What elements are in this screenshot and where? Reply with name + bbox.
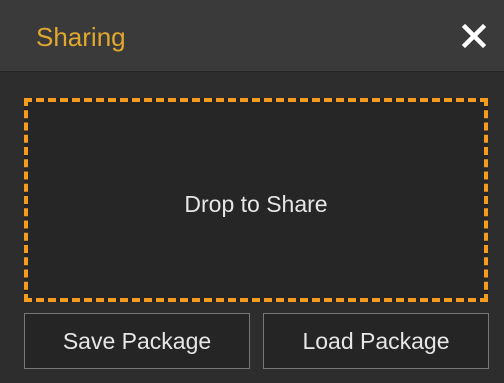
close-button[interactable] (456, 18, 492, 54)
panel-title: Sharing (36, 22, 126, 52)
load-package-button[interactable]: Load Package (263, 313, 489, 369)
save-package-button[interactable]: Save Package (24, 313, 250, 369)
drop-zone-label: Drop to Share (184, 191, 328, 217)
panel-header: Sharing (0, 0, 504, 72)
drop-zone[interactable]: Drop to Share (24, 98, 488, 302)
sharing-panel: Sharing Drop to Share Save Package Load … (0, 0, 504, 383)
close-icon (456, 18, 492, 54)
